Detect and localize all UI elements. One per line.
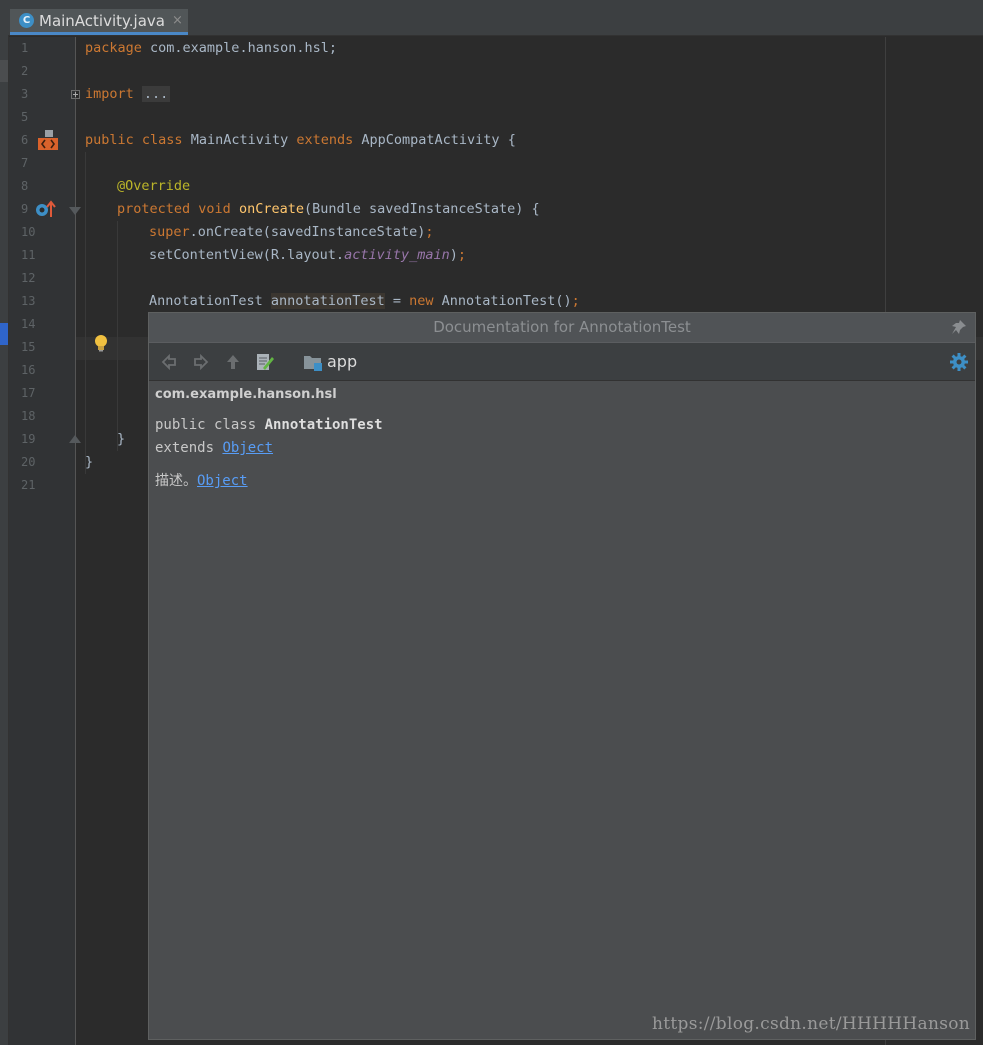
code-text: } <box>85 454 94 470</box>
line-number: 18 <box>21 409 36 423</box>
sig-class-name: AnnotationTest <box>264 417 383 433</box>
keyword: super <box>149 224 190 240</box>
line-number: 12 <box>21 271 36 285</box>
code-line-1: package com.example.hanson.hsl; <box>85 37 337 60</box>
lightbulb-icon[interactable] <box>92 333 110 353</box>
keyword: void <box>198 201 231 217</box>
code-line-9: protected void onCreate(Bundle savedInst… <box>117 198 540 221</box>
code-text: .onCreate(savedInstanceState) <box>189 224 426 240</box>
keyword: package <box>85 40 142 56</box>
code-text: setContentView(R.layout. <box>149 247 345 263</box>
keyword: public <box>85 132 134 148</box>
code-text: = <box>384 293 410 309</box>
keyword: extends <box>296 132 354 148</box>
line-number: 20 <box>21 455 36 469</box>
description-object-link[interactable]: Object <box>197 473 248 489</box>
line-number: 17 <box>21 386 36 400</box>
line-number: 10 <box>21 225 36 239</box>
extends-object-link[interactable]: Object <box>222 440 273 456</box>
doc-description: 描述。Object <box>155 470 969 490</box>
tool-strip-marker[interactable] <box>0 60 8 82</box>
extends-label: extends <box>155 440 223 456</box>
code-line-13: AnnotationTest annotationTest = new Anno… <box>149 290 580 313</box>
up-arrow-icon[interactable] <box>223 352 243 372</box>
code-text: com.example.hanson.hsl; <box>141 40 337 56</box>
line-number: 19 <box>21 432 36 446</box>
semicolon: ; <box>571 293 580 309</box>
tab-close-icon[interactable]: × <box>172 13 183 28</box>
line-number: 13 <box>21 294 36 308</box>
line-number: 5 <box>21 110 29 124</box>
fold-collapse-icon[interactable] <box>69 207 81 215</box>
description-text: 描述。 <box>155 473 197 489</box>
editor-gutter: 1 2 3 5 6 7 8 9 10 11 12 13 14 15 16 17 … <box>9 37 81 1045</box>
line-number: 6 <box>21 133 29 147</box>
code-line-19: } <box>117 428 125 451</box>
code-line-3: import ... <box>85 83 171 106</box>
tool-strip-active-marker[interactable] <box>0 323 8 345</box>
doc-content: com.example.hanson.hsl public class Anno… <box>149 381 975 496</box>
indent-guide <box>117 221 118 451</box>
edit-source-icon[interactable] <box>255 352 275 372</box>
code-text: AnnotationTest <box>149 293 271 309</box>
gear-icon[interactable] <box>949 352 969 372</box>
field-name: activity_main <box>344 247 450 263</box>
folded-imports[interactable]: ... <box>141 86 171 102</box>
keyword: class <box>141 132 183 148</box>
method-name: onCreate <box>238 201 304 217</box>
left-tool-strip <box>0 0 9 1045</box>
watermark: https://blog.csdn.net/HHHHHanson <box>652 1014 971 1034</box>
fold-expand-icon[interactable] <box>71 90 80 99</box>
back-arrow-icon[interactable] <box>159 352 179 372</box>
code-line-11: setContentView(R.layout.activity_main); <box>149 244 466 267</box>
code-line-20: } <box>85 451 93 474</box>
layout-file-icon[interactable] <box>36 128 60 152</box>
line-number: 3 <box>21 87 29 101</box>
tab-filename: MainActivity.java <box>39 11 165 30</box>
code-text: (Bundle savedInstanceState) { <box>303 201 540 217</box>
annotation: @Override <box>117 178 191 194</box>
variable-name: annotationTest <box>270 293 385 309</box>
semicolon: ; <box>457 247 467 263</box>
line-number: 7 <box>21 156 29 170</box>
line-number: 16 <box>21 363 36 377</box>
sig-prefix: public class <box>155 417 265 433</box>
code-text: ) <box>449 247 458 263</box>
line-number: 8 <box>21 179 29 193</box>
line-number: 1 <box>21 41 29 55</box>
class-c-icon: C <box>19 13 34 28</box>
code-text: } <box>117 431 126 447</box>
editor-tab-bar: C MainActivity.java × <box>8 0 983 36</box>
line-number: 11 <box>21 248 36 262</box>
doc-package-name: com.example.hanson.hsl <box>155 387 337 402</box>
line-number: 9 <box>21 202 29 216</box>
line-number: 15 <box>21 340 36 354</box>
keyword: import <box>85 86 134 102</box>
indent-guide <box>85 152 86 474</box>
code-text: AppCompatActivity { <box>353 132 516 148</box>
fold-end-icon[interactable] <box>69 435 81 443</box>
doc-signature: public class AnnotationTest extends Obje… <box>155 414 969 460</box>
keyword: new <box>409 293 434 309</box>
doc-popup-title: Documentation for AnnotationTest <box>433 318 691 336</box>
doc-toolbar: app <box>149 343 975 381</box>
forward-arrow-icon[interactable] <box>191 352 211 372</box>
module-folder-icon <box>304 356 322 371</box>
line-number: 14 <box>21 317 36 331</box>
code-text: AnnotationTest() <box>433 293 572 309</box>
documentation-popup: Documentation for AnnotationTest app com… <box>148 312 976 1040</box>
class-name: MainActivity <box>182 132 297 148</box>
code-line-10: super.onCreate(savedInstanceState); <box>149 221 433 244</box>
line-number: 21 <box>21 478 36 492</box>
semicolon: ; <box>425 224 434 240</box>
pin-icon[interactable] <box>951 319 967 335</box>
doc-popup-title-bar[interactable]: Documentation for AnnotationTest <box>149 313 975 343</box>
module-label: app <box>327 352 358 371</box>
code-line-8: @Override <box>117 175 190 198</box>
code-line-6: public class MainActivity extends AppCom… <box>85 129 516 152</box>
keyword: protected <box>117 201 191 217</box>
override-method-icon[interactable] <box>35 199 57 219</box>
tab-mainactivity[interactable]: C MainActivity.java × <box>10 9 188 35</box>
line-number: 2 <box>21 64 29 78</box>
